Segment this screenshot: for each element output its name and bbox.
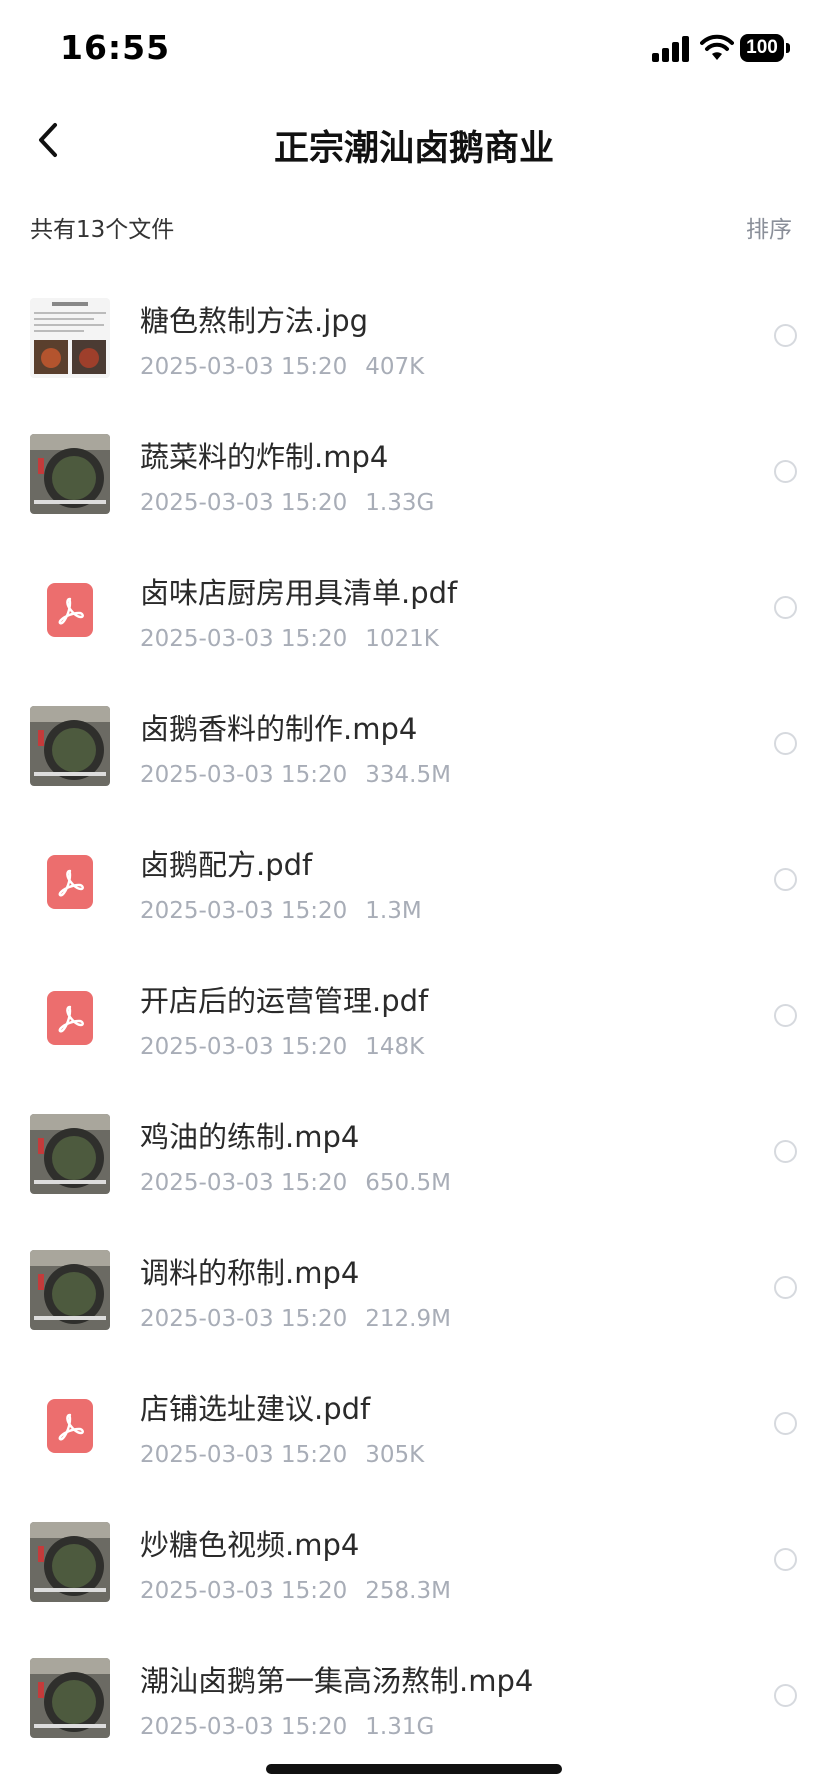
select-radio[interactable] (774, 868, 797, 891)
file-size: 1021K (365, 626, 439, 652)
file-name: 店铺选址建议.pdf (140, 1392, 371, 1426)
home-indicator (266, 1764, 562, 1774)
file-meta: 2025-03-03 15:20 650.5M (140, 1170, 451, 1196)
file-list-item[interactable]: 卤鹅配方.pdf 2025-03-03 15:20 1.3M (0, 812, 828, 948)
page-title: 正宗潮汕卤鹅商业 (273, 129, 554, 169)
file-size: 650.5M (365, 1170, 451, 1196)
wifi-icon (700, 34, 734, 60)
file-date: 2025-03-03 15:20 (140, 898, 348, 924)
file-list-item[interactable]: 店铺选址建议.pdf 2025-03-03 15:20 305K (0, 1356, 828, 1492)
video-thumbnail (30, 706, 110, 786)
list-header: 共有13个文件 排序 (0, 200, 828, 250)
battery-level: 100 (740, 34, 784, 62)
file-name: 开店后的运营管理.pdf (140, 984, 429, 1018)
file-name: 调料的称制.mp4 (140, 1256, 360, 1290)
video-thumbnail (30, 1522, 110, 1602)
select-radio[interactable] (774, 1684, 797, 1707)
pdf-file-icon (30, 842, 110, 922)
video-thumbnail (30, 1250, 110, 1330)
file-date: 2025-03-03 15:20 (140, 762, 348, 788)
file-meta: 2025-03-03 15:20 305K (140, 1442, 424, 1468)
file-size: 334.5M (365, 762, 451, 788)
file-size: 148K (365, 1034, 425, 1060)
file-size: 1.3M (365, 898, 422, 924)
file-date: 2025-03-03 15:20 (140, 490, 348, 516)
file-meta: 2025-03-03 15:20 334.5M (140, 762, 451, 788)
pdf-file-icon (30, 978, 110, 1058)
file-date: 2025-03-03 15:20 (140, 626, 348, 652)
file-name: 鸡油的练制.mp4 (140, 1120, 360, 1154)
file-date: 2025-03-03 15:20 (140, 1170, 348, 1196)
file-date: 2025-03-03 15:20 (140, 1578, 348, 1604)
file-name: 潮汕卤鹅第一集高汤熬制.mp4 (140, 1664, 534, 1698)
file-name: 蔬菜料的炸制.mp4 (140, 440, 389, 474)
select-radio[interactable] (774, 1548, 797, 1571)
file-size: 212.9M (365, 1306, 451, 1332)
file-size: 407K (365, 354, 425, 380)
file-meta: 2025-03-03 15:20 258.3M (140, 1578, 451, 1604)
file-name: 卤鹅香料的制作.mp4 (140, 712, 418, 746)
file-count: 共有13个文件 (30, 217, 175, 243)
status-time: 16:55 (60, 28, 171, 67)
file-date: 2025-03-03 15:20 (140, 1442, 348, 1468)
file-date: 2025-03-03 15:20 (140, 1306, 348, 1332)
file-list-item[interactable]: 卤鹅香料的制作.mp4 2025-03-03 15:20 334.5M (0, 676, 828, 812)
file-list-item[interactable]: 糖色熬制方法.jpg 2025-03-03 15:20 407K (0, 268, 828, 404)
file-size: 1.33G (365, 490, 435, 516)
pdf-file-icon (30, 570, 110, 650)
file-list-item[interactable]: 炒糖色视频.mp4 2025-03-03 15:20 258.3M (0, 1492, 828, 1628)
file-date: 2025-03-03 15:20 (140, 354, 348, 380)
select-radio[interactable] (774, 324, 797, 347)
file-name: 炒糖色视频.mp4 (140, 1528, 360, 1562)
select-radio[interactable] (774, 1004, 797, 1027)
file-name: 糖色熬制方法.jpg (140, 304, 369, 338)
select-radio[interactable] (774, 596, 797, 619)
file-list-item[interactable]: 蔬菜料的炸制.mp4 2025-03-03 15:20 1.33G (0, 404, 828, 540)
file-meta: 2025-03-03 15:20 407K (140, 354, 424, 380)
file-list: 糖色熬制方法.jpg 2025-03-03 15:20 407K 蔬菜料的炸制.mp4… (0, 268, 828, 1764)
status-bar: 16:55 100 (0, 0, 828, 100)
file-date: 2025-03-03 15:20 (140, 1034, 348, 1060)
file-meta: 2025-03-03 15:20 1.33G (140, 490, 434, 516)
sort-button[interactable]: 排序 (746, 210, 792, 244)
file-meta: 2025-03-03 15:20 1.31G (140, 1714, 434, 1740)
file-list-item[interactable]: 开店后的运营管理.pdf 2025-03-03 15:20 148K (0, 948, 828, 1084)
select-radio[interactable] (774, 732, 797, 755)
file-name: 卤鹅配方.pdf (140, 848, 313, 882)
battery-icon: 100 (740, 34, 790, 62)
file-date: 2025-03-03 15:20 (140, 1714, 348, 1740)
file-list-item[interactable]: 鸡油的练制.mp4 2025-03-03 15:20 650.5M (0, 1084, 828, 1220)
image-thumbnail (30, 298, 110, 378)
file-meta: 2025-03-03 15:20 1021K (140, 626, 439, 652)
file-meta: 2025-03-03 15:20 148K (140, 1034, 424, 1060)
file-size: 258.3M (365, 1578, 451, 1604)
video-thumbnail (30, 1114, 110, 1194)
video-thumbnail (30, 434, 110, 514)
file-list-item[interactable]: 潮汕卤鹅第一集高汤熬制.mp4 2025-03-03 15:20 1.31G (0, 1628, 828, 1764)
select-radio[interactable] (774, 1412, 797, 1435)
file-size: 305K (365, 1442, 425, 1468)
select-radio[interactable] (774, 1276, 797, 1299)
select-radio[interactable] (774, 1140, 797, 1163)
cellular-signal-icon (652, 36, 692, 62)
nav-bar: 正宗潮汕卤鹅商业 (0, 100, 828, 180)
file-name: 卤味店厨房用具清单.pdf (140, 576, 458, 610)
pdf-file-icon (30, 1386, 110, 1466)
select-radio[interactable] (774, 460, 797, 483)
video-thumbnail (30, 1658, 110, 1738)
file-size: 1.31G (365, 1714, 435, 1740)
file-meta: 2025-03-03 15:20 212.9M (140, 1306, 451, 1332)
file-list-item[interactable]: 调料的称制.mp4 2025-03-03 15:20 212.9M (0, 1220, 828, 1356)
file-meta: 2025-03-03 15:20 1.3M (140, 898, 422, 924)
file-list-item[interactable]: 卤味店厨房用具清单.pdf 2025-03-03 15:20 1021K (0, 540, 828, 676)
